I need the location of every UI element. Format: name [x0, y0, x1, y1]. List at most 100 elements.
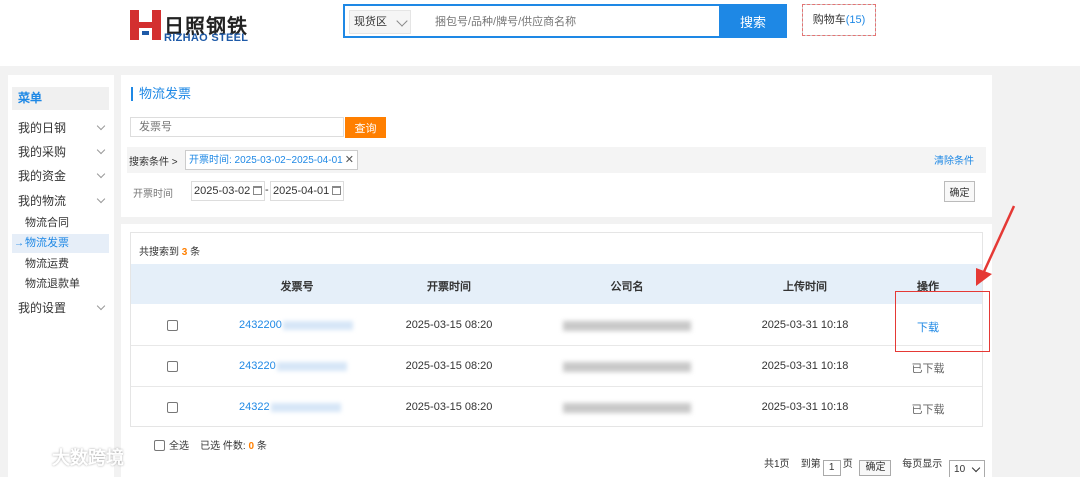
downloaded-status: 已下载: [911, 363, 945, 375]
chevron-down-icon: [96, 194, 106, 204]
cart-count: (15): [845, 14, 866, 26]
column-header-company: 公司名: [610, 281, 644, 293]
arrow-right-icon: →: [14, 238, 24, 249]
redacted-company-name: [563, 362, 691, 372]
table-row: 2432200 2025-03-15 08:20 2025-03-31 10:1…: [131, 305, 982, 346]
condition-tag-text: 开票时间: 2025-03-02~2025-04-01: [189, 155, 343, 166]
query-button[interactable]: 查询: [345, 117, 386, 138]
watermark-text: 大数跨境: [52, 448, 124, 469]
redacted-text: [276, 361, 347, 371]
invoice-number: 24322: [239, 401, 270, 413]
sidebar-subitem-label: 物流运费: [25, 258, 69, 270]
date-from-input[interactable]: 2025-03-02: [191, 181, 265, 201]
calendar-icon[interactable]: [253, 186, 262, 195]
date-to-value: 2025-04-01: [273, 185, 330, 197]
watermark-logo-icon: [10, 448, 44, 469]
site-header: 日照钢铁 RIZHAO STEEL 现货区 搜索 购物车(15): [0, 0, 1080, 66]
sidebar-item-my-settings[interactable]: 我的设置: [18, 298, 110, 318]
result-count: 共搜索到 3 条: [139, 243, 200, 258]
sidebar-subitem-label: 物流退款单: [25, 278, 80, 290]
sidebar-subitem-logistics-freight[interactable]: 物流运费: [12, 255, 109, 274]
search-conditions-bar: 搜索条件 > 开票时间: 2025-03-02~2025-04-01 ✕ 清除条件: [127, 147, 986, 173]
chevron-down-icon: [396, 15, 408, 27]
upload-time: 2025-03-31 10:18: [761, 360, 849, 372]
invoice-number-link[interactable]: 24322: [239, 401, 341, 413]
invoice-number: 243220: [239, 360, 276, 372]
chevron-down-icon: [971, 463, 981, 473]
page-title: 物流发票: [131, 87, 191, 101]
upload-time: 2025-03-31 10:18: [761, 319, 849, 331]
sidebar-item-my-purchase[interactable]: 我的采购: [18, 142, 110, 162]
result-count-prefix: 共搜索到: [139, 247, 179, 258]
results-table: 共搜索到 3 条 发票号 开票时间 公司名 上传时间 操作 2432200 20…: [130, 232, 983, 427]
row-checkbox[interactable]: [167, 361, 178, 372]
selection-footer: 全选 已选 件数: 0 条: [154, 437, 267, 452]
issue-time: 2025-03-15 08:20: [405, 401, 493, 413]
annotation-highlight-box: [895, 291, 990, 352]
cart-label: 购物车: [812, 14, 846, 26]
date-from-value: 2025-03-02: [194, 185, 251, 197]
sidebar-item-label: 我的设置: [18, 301, 67, 315]
per-page-select[interactable]: 10: [949, 460, 986, 477]
search-panel: 物流发票 查询 搜索条件 > 开票时间: 2025-03-02~2025-04-…: [121, 75, 992, 217]
selected-count-suffix: 条: [256, 441, 267, 452]
row-checkbox[interactable]: [167, 402, 178, 413]
total-pages: 共1页: [764, 459, 790, 470]
search-button[interactable]: 搜索: [719, 4, 787, 38]
select-all-checkbox[interactable]: [154, 440, 165, 451]
logo-english-text: RIZHAO STEEL: [164, 32, 249, 44]
result-count-suffix: 条: [190, 247, 201, 258]
upload-time: 2025-03-31 10:18: [761, 401, 849, 413]
goto-page-label: 到第: [800, 459, 821, 470]
sidebar-subitem-logistics-invoice[interactable]: → 物流发票: [12, 234, 109, 253]
search-input[interactable]: [435, 11, 715, 33]
sidebar-item-label: 我的日钢: [18, 121, 67, 135]
invoice-number-input[interactable]: [130, 117, 344, 137]
sidebar-item-my-rizhao[interactable]: 我的日钢: [18, 118, 110, 138]
pagination: 共1页 到第 1 页 确定 每页显示 10: [764, 455, 986, 477]
row-checkbox[interactable]: [167, 320, 178, 331]
chevron-down-icon: [96, 145, 106, 155]
per-page-value: 10: [954, 464, 966, 475]
page-number-input[interactable]: 1: [822, 460, 841, 476]
sidebar-item-label: 我的物流: [18, 194, 67, 208]
selected-count: 0: [248, 441, 255, 452]
sidebar-subitem-label: 物流发票: [25, 237, 69, 249]
goto-page-button[interactable]: 确定: [859, 460, 892, 476]
cart-button[interactable]: 购物车(15): [802, 4, 876, 36]
chevron-down-icon: [96, 121, 106, 131]
invoice-number-link[interactable]: 2432200: [239, 319, 353, 331]
chevron-down-icon: [96, 301, 106, 311]
search-zone-select[interactable]: 现货区: [349, 10, 411, 34]
sidebar-menu: 菜单 我的日钢 我的采购 我的资金 我的物流 物流合同 → 物流发票 物流运费 …: [8, 75, 114, 477]
issue-time: 2025-03-15 08:20: [405, 319, 493, 331]
chevron-down-icon: [96, 169, 106, 179]
column-header-issue-time: 开票时间: [427, 281, 471, 293]
search-zone-value: 现货区: [354, 16, 387, 28]
issue-time: 2025-03-15 08:20: [405, 360, 493, 372]
results-panel: 共搜索到 3 条 发票号 开票时间 公司名 上传时间 操作 2432200 20…: [121, 224, 992, 477]
selected-count-label: 已选 件数:: [200, 441, 246, 452]
sidebar-subitem-label: 物流合同: [25, 217, 69, 229]
invoice-number-link[interactable]: 243220: [239, 360, 347, 372]
select-all-label[interactable]: 全选: [169, 441, 189, 452]
sidebar-item-my-logistics[interactable]: 我的物流: [18, 191, 110, 211]
date-separator: -: [265, 184, 269, 196]
search-bar: 现货区 搜索: [343, 4, 787, 38]
result-count-number: 3: [181, 247, 188, 258]
close-icon[interactable]: ✕: [345, 154, 354, 166]
confirm-date-button[interactable]: 确定: [944, 181, 975, 202]
rizhao-steel-logo[interactable]: 日照钢铁 RIZHAO STEEL: [130, 10, 250, 44]
column-header-upload-time: 上传时间: [783, 281, 827, 293]
sidebar-item-my-funds[interactable]: 我的资金: [18, 166, 110, 186]
clear-conditions-link[interactable]: 清除条件: [934, 152, 974, 167]
sidebar-subitem-logistics-refund[interactable]: 物流退款单: [12, 275, 109, 294]
annotation-arrow-icon: [976, 205, 1016, 286]
downloaded-status: 已下载: [911, 404, 945, 416]
column-header-invoice: 发票号: [280, 281, 314, 293]
sidebar-item-label: 我的资金: [18, 169, 67, 183]
calendar-icon[interactable]: [332, 186, 341, 195]
redacted-company-name: [563, 403, 691, 413]
sidebar-subitem-logistics-contract[interactable]: 物流合同: [12, 214, 109, 233]
date-to-input[interactable]: 2025-04-01: [270, 181, 344, 201]
